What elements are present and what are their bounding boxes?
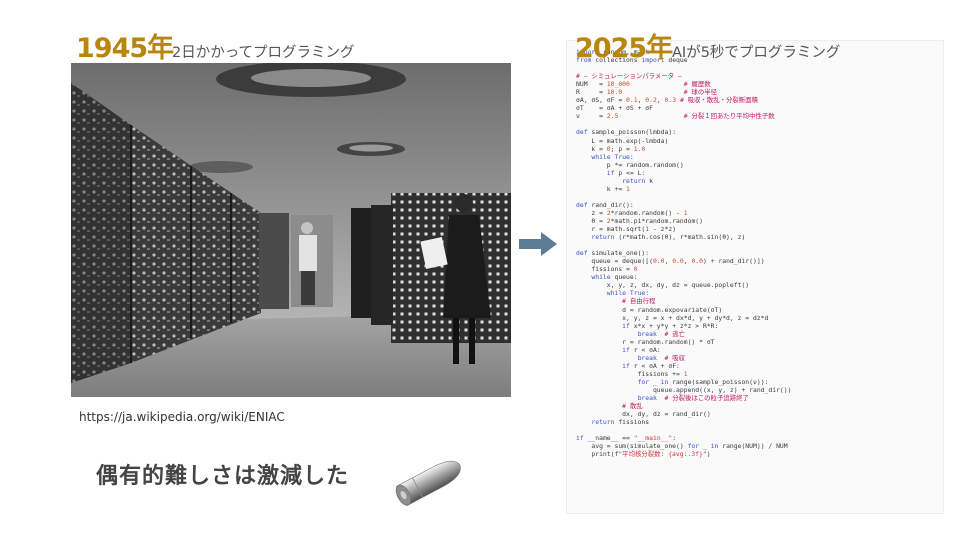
code-panel: import random, math from collections imp… xyxy=(566,40,944,514)
code-line: while True: xyxy=(591,152,634,161)
code-line: r = random.random() * σT xyxy=(576,337,715,346)
code-line: x, y, z, dx, dy, dz = queue.popleft() xyxy=(576,281,750,290)
code-line: ν = 2.5 # 分裂１回あたり平均中性子数 xyxy=(576,112,775,121)
source-credit-link[interactable]: https://ja.wikipedia.org/wiki/ENIAC xyxy=(79,410,285,424)
code-line: k += 1 xyxy=(576,184,630,193)
code-line: break # 逃亡 xyxy=(637,329,685,338)
year-1945-title: 1945年 xyxy=(76,33,174,64)
code-line: return fissions xyxy=(591,418,650,427)
code-line: θ = 2*math.pi*random.random() xyxy=(576,216,703,225)
code-line: p *= random.random() xyxy=(576,160,684,169)
year-2025-title: 2025年 xyxy=(575,33,673,64)
code-line: σA, σS, σF = 0.1, 0.2, 0.3 # 吸収・散乱・分裂断面積 xyxy=(576,96,758,105)
code-line: print(f"平均核分裂数: {avg:.3f}") xyxy=(576,450,711,459)
code-line: # 散乱 xyxy=(622,402,643,411)
code-line: queue.append((x, y, z) + rand_dir()) xyxy=(576,385,792,394)
right-arrow-icon xyxy=(519,232,557,261)
code-line: fissions += 1 xyxy=(576,369,688,378)
code-line: while queue: xyxy=(591,273,638,282)
code-line: def rand_dir(): xyxy=(576,200,634,209)
code-line: fissions = 0 xyxy=(576,265,638,274)
code-line: if __name__ == "__main__": xyxy=(576,434,677,443)
code-line: return k xyxy=(622,176,653,185)
python-code-block: import random, math from collections imp… xyxy=(576,48,943,458)
code-line: L = math.exp(-lmbda) xyxy=(576,136,669,145)
code-line: if r < σA: xyxy=(622,345,661,354)
code-line: # 自由行程 xyxy=(622,297,656,306)
silver-bullet-icon xyxy=(392,452,468,515)
code-line: d = random.expovariate(σT) xyxy=(576,305,723,314)
code-line: if r < σA + σF: xyxy=(622,361,680,370)
code-line: def sample_poisson(lmbda): xyxy=(576,128,677,137)
code-line: dx, dy, dz = rand_dir() xyxy=(576,410,711,419)
code-line: NUM = 10_000 # 履歴数 xyxy=(576,80,711,89)
year-2025-subtitle: AIが5秒でプログラミング xyxy=(672,45,841,61)
code-line: if x*x + y*y + z*z > R*R: xyxy=(622,321,719,330)
code-line: for _ in range(sample_poisson(ν)): xyxy=(637,377,769,386)
code-line: k = 0; p = 1.0 xyxy=(576,144,646,153)
code-line: return (r*math.cos(θ), r*math.sin(θ), z) xyxy=(591,233,746,242)
code-line: z = 2*random.random() - 1 xyxy=(576,208,688,217)
code-line: queue = deque([(0.0, 0.0, 0.0) + rand_di… xyxy=(576,257,765,266)
accidental-difficulty-claim: 偶有的難しさは激減した xyxy=(96,464,350,489)
eniac-photo-illustration xyxy=(71,63,511,397)
code-line: x, y, z = x + dx*d, y + dy*d, z = dz*d xyxy=(576,313,769,322)
eniac-photo xyxy=(71,63,511,397)
year-1945-subtitle: 2日かかってプログラミング xyxy=(172,45,355,61)
code-line: if p <= L: xyxy=(606,168,646,177)
code-line: break # 吸収 xyxy=(637,353,685,362)
code-line: break # 分裂後はこの粒子追跡終了 xyxy=(637,394,749,403)
code-line: r = math.sqrt(1 - z*z) xyxy=(576,225,677,234)
code-line: # — シミュレーションパラメータ — xyxy=(576,72,682,81)
code-line: def simulate_one(): xyxy=(576,249,650,258)
